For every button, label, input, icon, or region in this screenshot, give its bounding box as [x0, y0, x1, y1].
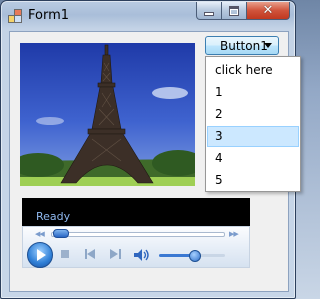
menu-item-5[interactable]: 5: [207, 170, 299, 191]
seek-bar[interactable]: [51, 232, 225, 237]
maximize-icon: [229, 5, 239, 16]
chevron-down-icon: [264, 43, 272, 48]
button1-dropdown[interactable]: Button1: [205, 36, 279, 55]
volume-icon[interactable]: [133, 248, 151, 262]
eiffel-tower-picture: [20, 43, 195, 186]
window-title: Form1: [28, 8, 70, 23]
player-controls: ◀◀ ▶▶: [22, 226, 250, 268]
stop-icon[interactable]: [61, 250, 69, 258]
next-icon[interactable]: [109, 249, 121, 259]
volume-thumb[interactable]: [189, 250, 201, 262]
fast-forward-icon[interactable]: ▶▶: [229, 230, 239, 238]
form-client-area: Button1 click here 1 2 3 4 5 Ready ◀◀ ▶▶: [9, 31, 301, 292]
previous-icon[interactable]: [85, 249, 97, 259]
media-player: Ready ◀◀ ▶▶: [22, 198, 250, 268]
title-bar[interactable]: Form1 ✕: [1, 1, 295, 31]
close-icon: ✕: [262, 3, 274, 18]
menu-item-3[interactable]: 3: [207, 126, 299, 147]
play-button[interactable]: [27, 242, 53, 268]
minimize-button[interactable]: [196, 2, 222, 20]
app-icon: [8, 9, 22, 23]
rewind-icon[interactable]: ◀◀: [35, 230, 45, 238]
maximize-button[interactable]: [222, 2, 247, 20]
minimize-icon: [204, 11, 214, 16]
menu-item-2[interactable]: 2: [207, 104, 299, 125]
menu-item-1[interactable]: 1: [207, 82, 299, 103]
video-screen[interactable]: Ready: [22, 198, 250, 226]
dropdown-menu: click here 1 2 3 4 5: [205, 56, 301, 192]
menu-item-click-here[interactable]: click here: [207, 60, 299, 81]
app-window: Form1 ✕ Button1 click here 1 2 3 4 5 Rea…: [0, 0, 301, 299]
player-status: Ready: [36, 210, 71, 223]
button1-label: Button1: [220, 39, 268, 53]
close-button[interactable]: ✕: [247, 2, 290, 20]
menu-item-4[interactable]: 4: [207, 148, 299, 169]
caption-buttons: ✕: [196, 2, 290, 20]
seek-thumb[interactable]: [53, 229, 69, 238]
